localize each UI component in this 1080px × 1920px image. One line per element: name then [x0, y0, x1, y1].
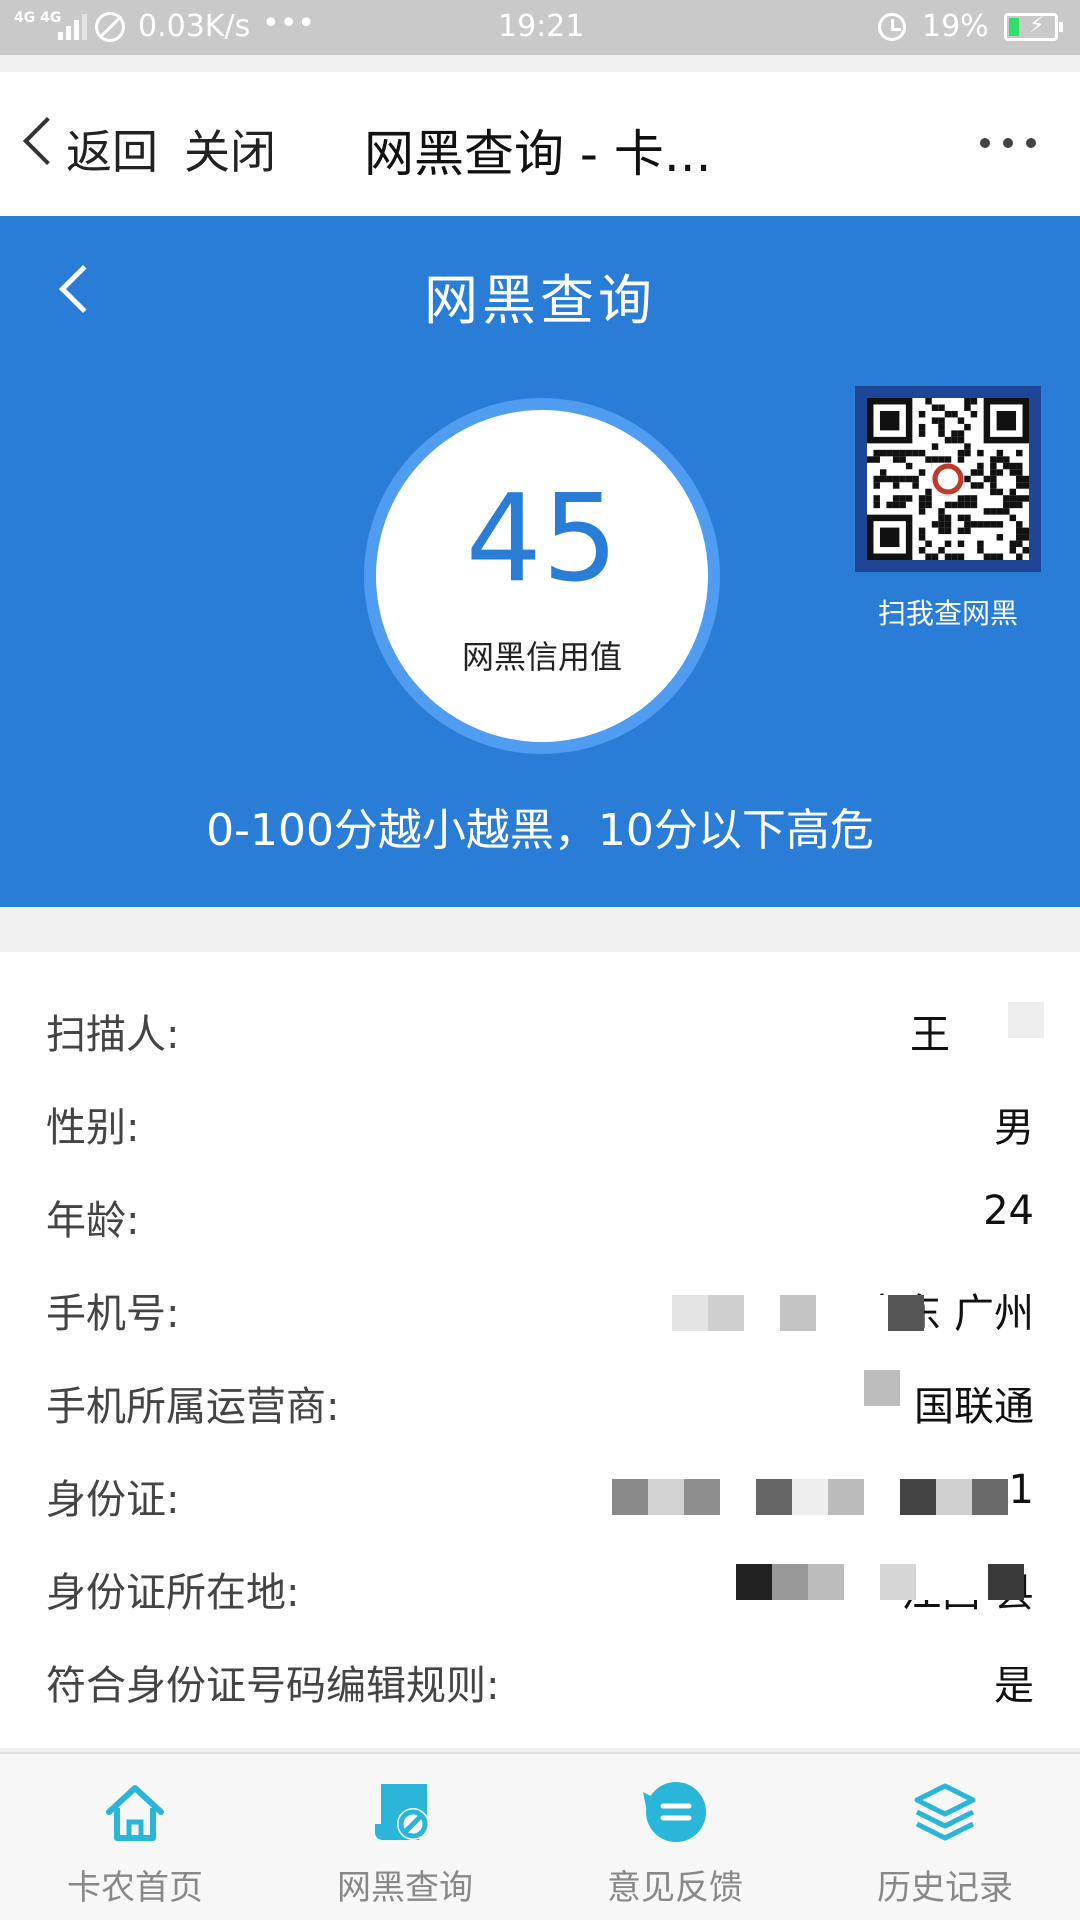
info-row-id-location: 身份证所在地: 江西 县 — [0, 1538, 1080, 1631]
back-chevron-icon[interactable] — [22, 116, 72, 166]
info-value: 王 — [910, 1012, 950, 1058]
info-row-id-valid: 符合身份证号码编辑规则: 是 — [0, 1631, 1080, 1724]
info-label: 身份证: — [46, 1477, 180, 1523]
signal-icon — [58, 14, 87, 40]
redaction-mosaic — [736, 1564, 1024, 1600]
tab-feedback[interactable]: 意见反馈 — [540, 1754, 810, 1920]
tab-label: 意见反馈 — [607, 1868, 743, 1908]
header-title: 网黑查询 — [424, 269, 656, 332]
browser-nav-bar: 返回 关闭 网黑查询 - 卡... — [0, 72, 1080, 216]
tab-label: 历史记录 — [877, 1868, 1013, 1908]
tab-history[interactable]: 历史记录 — [810, 1754, 1080, 1920]
info-label: 年龄: — [46, 1198, 140, 1244]
info-row-id: 身份证: 1 — [0, 1445, 1080, 1538]
back-button[interactable]: 返回 — [66, 116, 158, 182]
info-row-age: 年龄: 24 — [0, 1166, 1080, 1259]
charging-icon: ⚡ — [1029, 13, 1045, 38]
info-list: 扫描人: 王 性别: 男 年龄: 24 手机号: 13128 广东 广州 手机所… — [0, 952, 1080, 1748]
qr-code-icon — [867, 398, 1029, 560]
bottom-tab-bar: 卡农首页 网黑查询 意见反馈 历史记录 — [0, 1752, 1080, 1920]
tab-label: 网黑查询 — [337, 1868, 473, 1908]
tab-blacklist-query[interactable]: 网黑查询 — [270, 1754, 540, 1920]
info-label: 符合身份证号码编辑规则: — [46, 1663, 500, 1709]
qr-code[interactable] — [855, 386, 1041, 572]
credit-score: 45 — [465, 470, 619, 609]
battery-icon: ⚡ — [1004, 13, 1063, 41]
page-title: 网黑查询 - 卡... — [364, 125, 712, 183]
info-value: 国联通 — [914, 1384, 1034, 1430]
battery-percent: 19% — [922, 9, 989, 44]
info-value: 是 — [994, 1663, 1034, 1709]
credit-score-label: 网黑信用值 — [461, 638, 622, 676]
info-label: 扫描人: — [46, 1012, 180, 1058]
tab-home[interactable]: 卡农首页 — [0, 1754, 270, 1920]
feedback-icon — [643, 1782, 706, 1842]
history-layers-icon — [914, 1783, 976, 1841]
redaction-mosaic — [612, 1479, 1008, 1515]
tab-label: 卡农首页 — [67, 1868, 203, 1908]
home-icon — [106, 1785, 164, 1841]
score-header: 网黑查询 45 网黑信用值 扫我查网黑 0-100分越小越黑，10分以下高危 — [0, 216, 1080, 907]
redaction-mosaic — [864, 1370, 900, 1406]
info-label: 手机所属运营商: — [46, 1384, 340, 1430]
qr-caption: 扫我查网黑 — [877, 597, 1018, 630]
blacklist-query-icon — [375, 1784, 429, 1840]
redaction-mosaic — [1008, 1002, 1044, 1038]
network-speed: 0.03K/s — [138, 9, 251, 44]
battery-fill — [1009, 18, 1019, 36]
info-label: 身份证所在地: — [46, 1570, 300, 1616]
score-ring: 45 网黑信用值 — [364, 398, 720, 754]
info-row-scanner: 扫描人: 王 — [0, 980, 1080, 1073]
network-indicator: 4G 4G — [14, 10, 62, 26]
info-value: 1 — [1008, 1467, 1034, 1513]
score-circle: 45 网黑信用值 — [376, 410, 708, 742]
clock: 19:21 — [498, 9, 585, 44]
alarm-icon — [878, 13, 906, 41]
info-row-phone: 手机号: 13128 广东 广州 — [0, 1259, 1080, 1352]
info-label: 性别: — [46, 1105, 140, 1151]
info-row-carrier: 手机所属运营商: 国联通 — [0, 1352, 1080, 1445]
info-value: 24 — [983, 1188, 1034, 1234]
info-row-gender: 性别: 男 — [0, 1073, 1080, 1166]
info-label: 手机号: — [46, 1291, 180, 1337]
score-hint: 0-100分越小越黑，10分以下高危 — [206, 805, 874, 856]
status-more: ••• — [262, 6, 316, 41]
info-value: 男 — [994, 1105, 1034, 1151]
redaction-mosaic — [672, 1295, 924, 1331]
no-data-icon — [95, 12, 125, 42]
status-bar: 4G 4G 0.03K/s ••• 19:21 19% ⚡ — [0, 0, 1080, 55]
close-button[interactable]: 关闭 — [184, 116, 276, 182]
more-dots-icon[interactable] — [980, 138, 1036, 150]
